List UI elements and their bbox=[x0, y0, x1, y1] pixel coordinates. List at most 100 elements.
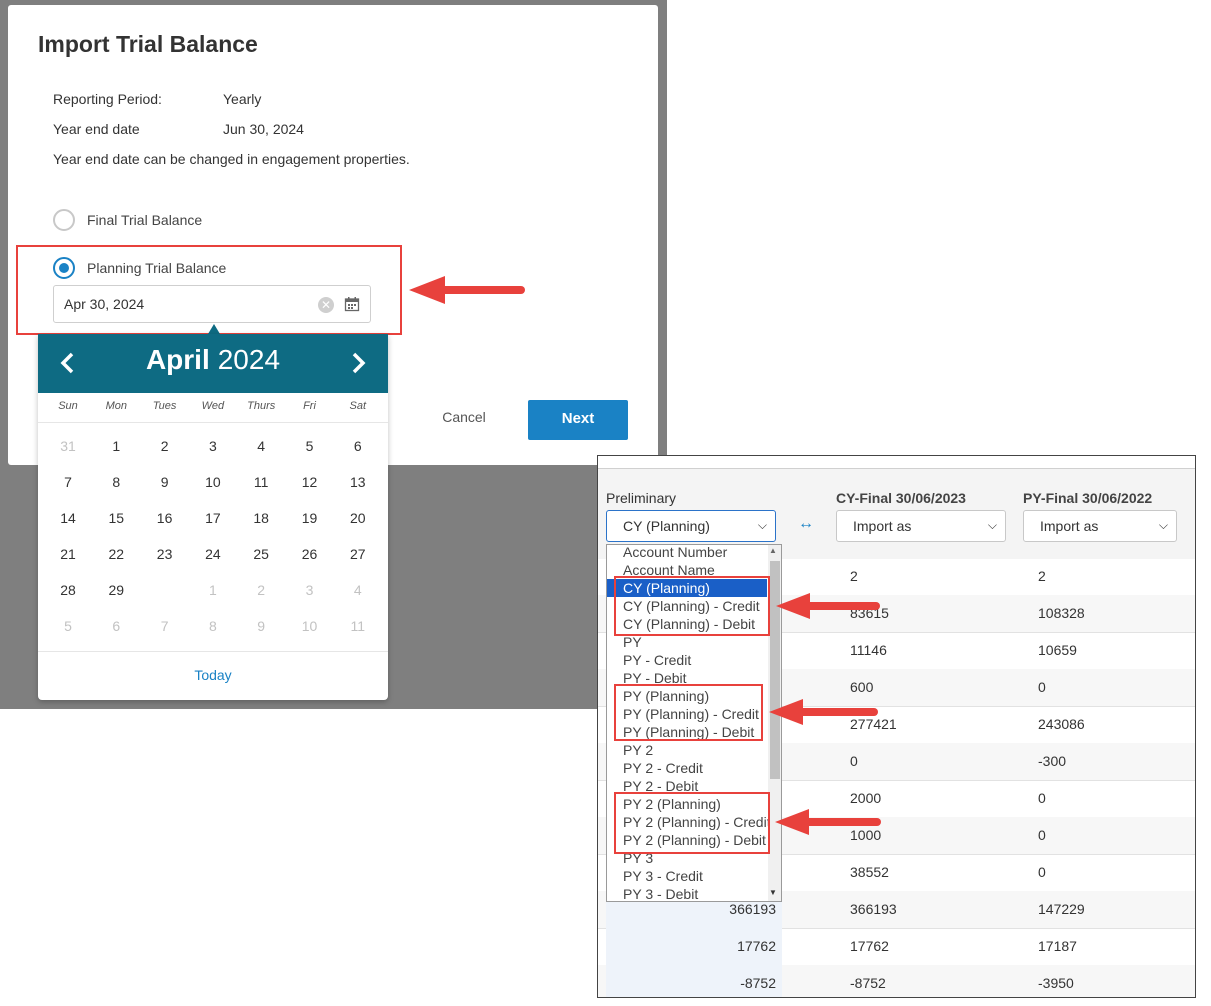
preliminary-value: 366193 bbox=[729, 901, 776, 917]
calendar-header: April 2024 bbox=[38, 334, 388, 393]
py-final-value: 108328 bbox=[1038, 605, 1085, 621]
annotation-arrow-icon bbox=[776, 593, 880, 619]
cy-final-column-header: CY-Final 30/06/2023 bbox=[836, 490, 966, 506]
chevron-left-icon[interactable] bbox=[53, 346, 83, 380]
year-end-note: Year end date can be changed in engageme… bbox=[53, 151, 410, 167]
dropdown-option[interactable]: Account Number bbox=[607, 545, 767, 561]
date-picker-calendar: April 2024 Sun Mon Tues Wed Thurs Fri Sat 31 1 2 3… bbox=[38, 334, 388, 700]
calendar-day[interactable]: 1 bbox=[189, 572, 237, 608]
calendar-day[interactable]: 18 bbox=[237, 500, 285, 536]
dropdown-option[interactable]: PY 3 - Debit bbox=[607, 885, 767, 901]
cy-final-value: -8752 bbox=[850, 975, 886, 991]
calendar-day[interactable]: 8 bbox=[92, 464, 140, 500]
calendar-day[interactable]: 16 bbox=[141, 500, 189, 536]
dropdown-option[interactable]: PY 2 - Credit bbox=[607, 759, 767, 777]
calendar-day[interactable]: 8 bbox=[189, 608, 237, 644]
scroll-up-icon[interactable]: ▲ bbox=[769, 546, 777, 555]
reporting-period-value: Yearly bbox=[223, 91, 262, 107]
calendar-day[interactable]: 10 bbox=[189, 464, 237, 500]
py-final-value: 0 bbox=[1038, 827, 1046, 843]
calendar-day[interactable]: 3 bbox=[286, 572, 334, 608]
calendar-day[interactable]: 29 bbox=[92, 572, 140, 608]
weekday-label: Wed bbox=[201, 400, 225, 412]
calendar-day-selected[interactable]: 30 bbox=[141, 572, 189, 608]
weekday-label: Fri bbox=[303, 400, 316, 412]
calendar-day[interactable]: 26 bbox=[286, 536, 334, 572]
weekday-label: Thurs bbox=[247, 400, 276, 412]
table-row: -8752 -8752 -3950 bbox=[598, 965, 1195, 997]
table-row: 17762 17762 17187 bbox=[598, 928, 1195, 966]
calendar-day[interactable]: 2 bbox=[141, 428, 189, 464]
calendar-day[interactable]: 20 bbox=[334, 500, 382, 536]
py-final-value: 147229 bbox=[1038, 901, 1085, 917]
py-import-as-value: Import as bbox=[1040, 518, 1099, 534]
py-planning-highlight-box bbox=[614, 684, 763, 741]
cy-import-as-select[interactable]: Import as ⌵ bbox=[836, 510, 1006, 542]
calendar-day[interactable]: 19 bbox=[286, 500, 334, 536]
calendar-day[interactable]: 23 bbox=[141, 536, 189, 572]
cancel-button[interactable]: Cancel bbox=[434, 402, 494, 432]
year-end-label: Year end date bbox=[53, 121, 140, 137]
preliminary-select[interactable]: CY (Planning) ⌵ bbox=[606, 510, 776, 542]
cy-import-as-value: Import as bbox=[853, 518, 912, 534]
cy-final-value: 0 bbox=[850, 753, 858, 769]
weekday-label: Tues bbox=[152, 400, 177, 412]
calendar-day[interactable]: 3 bbox=[189, 428, 237, 464]
calendar-divider bbox=[38, 422, 388, 423]
dropdown-option[interactable]: PY - Credit bbox=[607, 651, 767, 669]
calendar-day[interactable]: 9 bbox=[141, 464, 189, 500]
calendar-day[interactable]: 6 bbox=[92, 608, 140, 644]
dropdown-option[interactable]: PY 3 - Credit bbox=[607, 867, 767, 885]
final-trial-balance-label[interactable]: Final Trial Balance bbox=[87, 212, 202, 228]
py-import-as-select[interactable]: Import as ⌵ bbox=[1023, 510, 1177, 542]
calendar-day[interactable]: 21 bbox=[44, 536, 92, 572]
preliminary-value: -8752 bbox=[740, 975, 776, 991]
calendar-day[interactable]: 17 bbox=[189, 500, 237, 536]
cy-final-value: 366193 bbox=[850, 901, 897, 917]
calendar-day[interactable]: 24 bbox=[189, 536, 237, 572]
final-trial-balance-radio[interactable] bbox=[53, 209, 75, 231]
chevron-right-icon[interactable] bbox=[343, 346, 373, 380]
calendar-day[interactable]: 11 bbox=[334, 608, 382, 644]
calendar-day[interactable]: 7 bbox=[141, 608, 189, 644]
year-end-value: Jun 30, 2024 bbox=[223, 121, 304, 137]
next-button[interactable]: Next bbox=[528, 400, 628, 440]
calendar-day[interactable]: 15 bbox=[92, 500, 140, 536]
calendar-day[interactable]: 12 bbox=[286, 464, 334, 500]
py2-planning-highlight-box bbox=[614, 792, 770, 854]
calendar-day[interactable]: 22 bbox=[92, 536, 140, 572]
calendar-footer-divider bbox=[38, 651, 388, 652]
planning-highlight-box bbox=[16, 245, 402, 335]
py-final-value: 243086 bbox=[1038, 716, 1085, 732]
dropdown-option[interactable]: PY 2 bbox=[607, 741, 767, 759]
calendar-day[interactable]: 2 bbox=[237, 572, 285, 608]
calendar-day[interactable]: 27 bbox=[334, 536, 382, 572]
calendar-day[interactable]: 9 bbox=[237, 608, 285, 644]
calendar-pointer bbox=[208, 324, 220, 334]
calendar-day[interactable]: 1 bbox=[92, 428, 140, 464]
calendar-year: 2024 bbox=[217, 344, 281, 375]
preliminary-value: 17762 bbox=[737, 938, 776, 954]
py-final-value: -300 bbox=[1038, 753, 1067, 769]
calendar-day[interactable]: 4 bbox=[334, 572, 382, 608]
calendar-day[interactable]: 4 bbox=[237, 428, 285, 464]
calendar-day[interactable]: 5 bbox=[286, 428, 334, 464]
calendar-day[interactable]: 7 bbox=[44, 464, 92, 500]
today-button[interactable]: Today bbox=[38, 667, 388, 683]
annotation-arrow-icon bbox=[775, 809, 881, 835]
calendar-day[interactable]: 25 bbox=[237, 536, 285, 572]
scroll-down-icon[interactable]: ▼ bbox=[769, 888, 777, 897]
calendar-day[interactable]: 6 bbox=[334, 428, 382, 464]
calendar-month: April bbox=[145, 344, 210, 375]
calendar-day[interactable]: 13 bbox=[334, 464, 382, 500]
calendar-day[interactable]: 14 bbox=[44, 500, 92, 536]
calendar-day[interactable]: 5 bbox=[44, 608, 92, 644]
py-final-value: 10659 bbox=[1038, 642, 1077, 658]
calendar-day[interactable]: 28 bbox=[44, 572, 92, 608]
preliminary-select-value: CY (Planning) bbox=[623, 518, 710, 534]
swap-columns-icon[interactable]: ↔ bbox=[798, 515, 814, 533]
calendar-day[interactable]: 10 bbox=[286, 608, 334, 644]
calendar-day[interactable]: 31 bbox=[44, 428, 92, 464]
calendar-day[interactable]: 11 bbox=[237, 464, 285, 500]
cy-planning-highlight-box bbox=[614, 576, 770, 636]
